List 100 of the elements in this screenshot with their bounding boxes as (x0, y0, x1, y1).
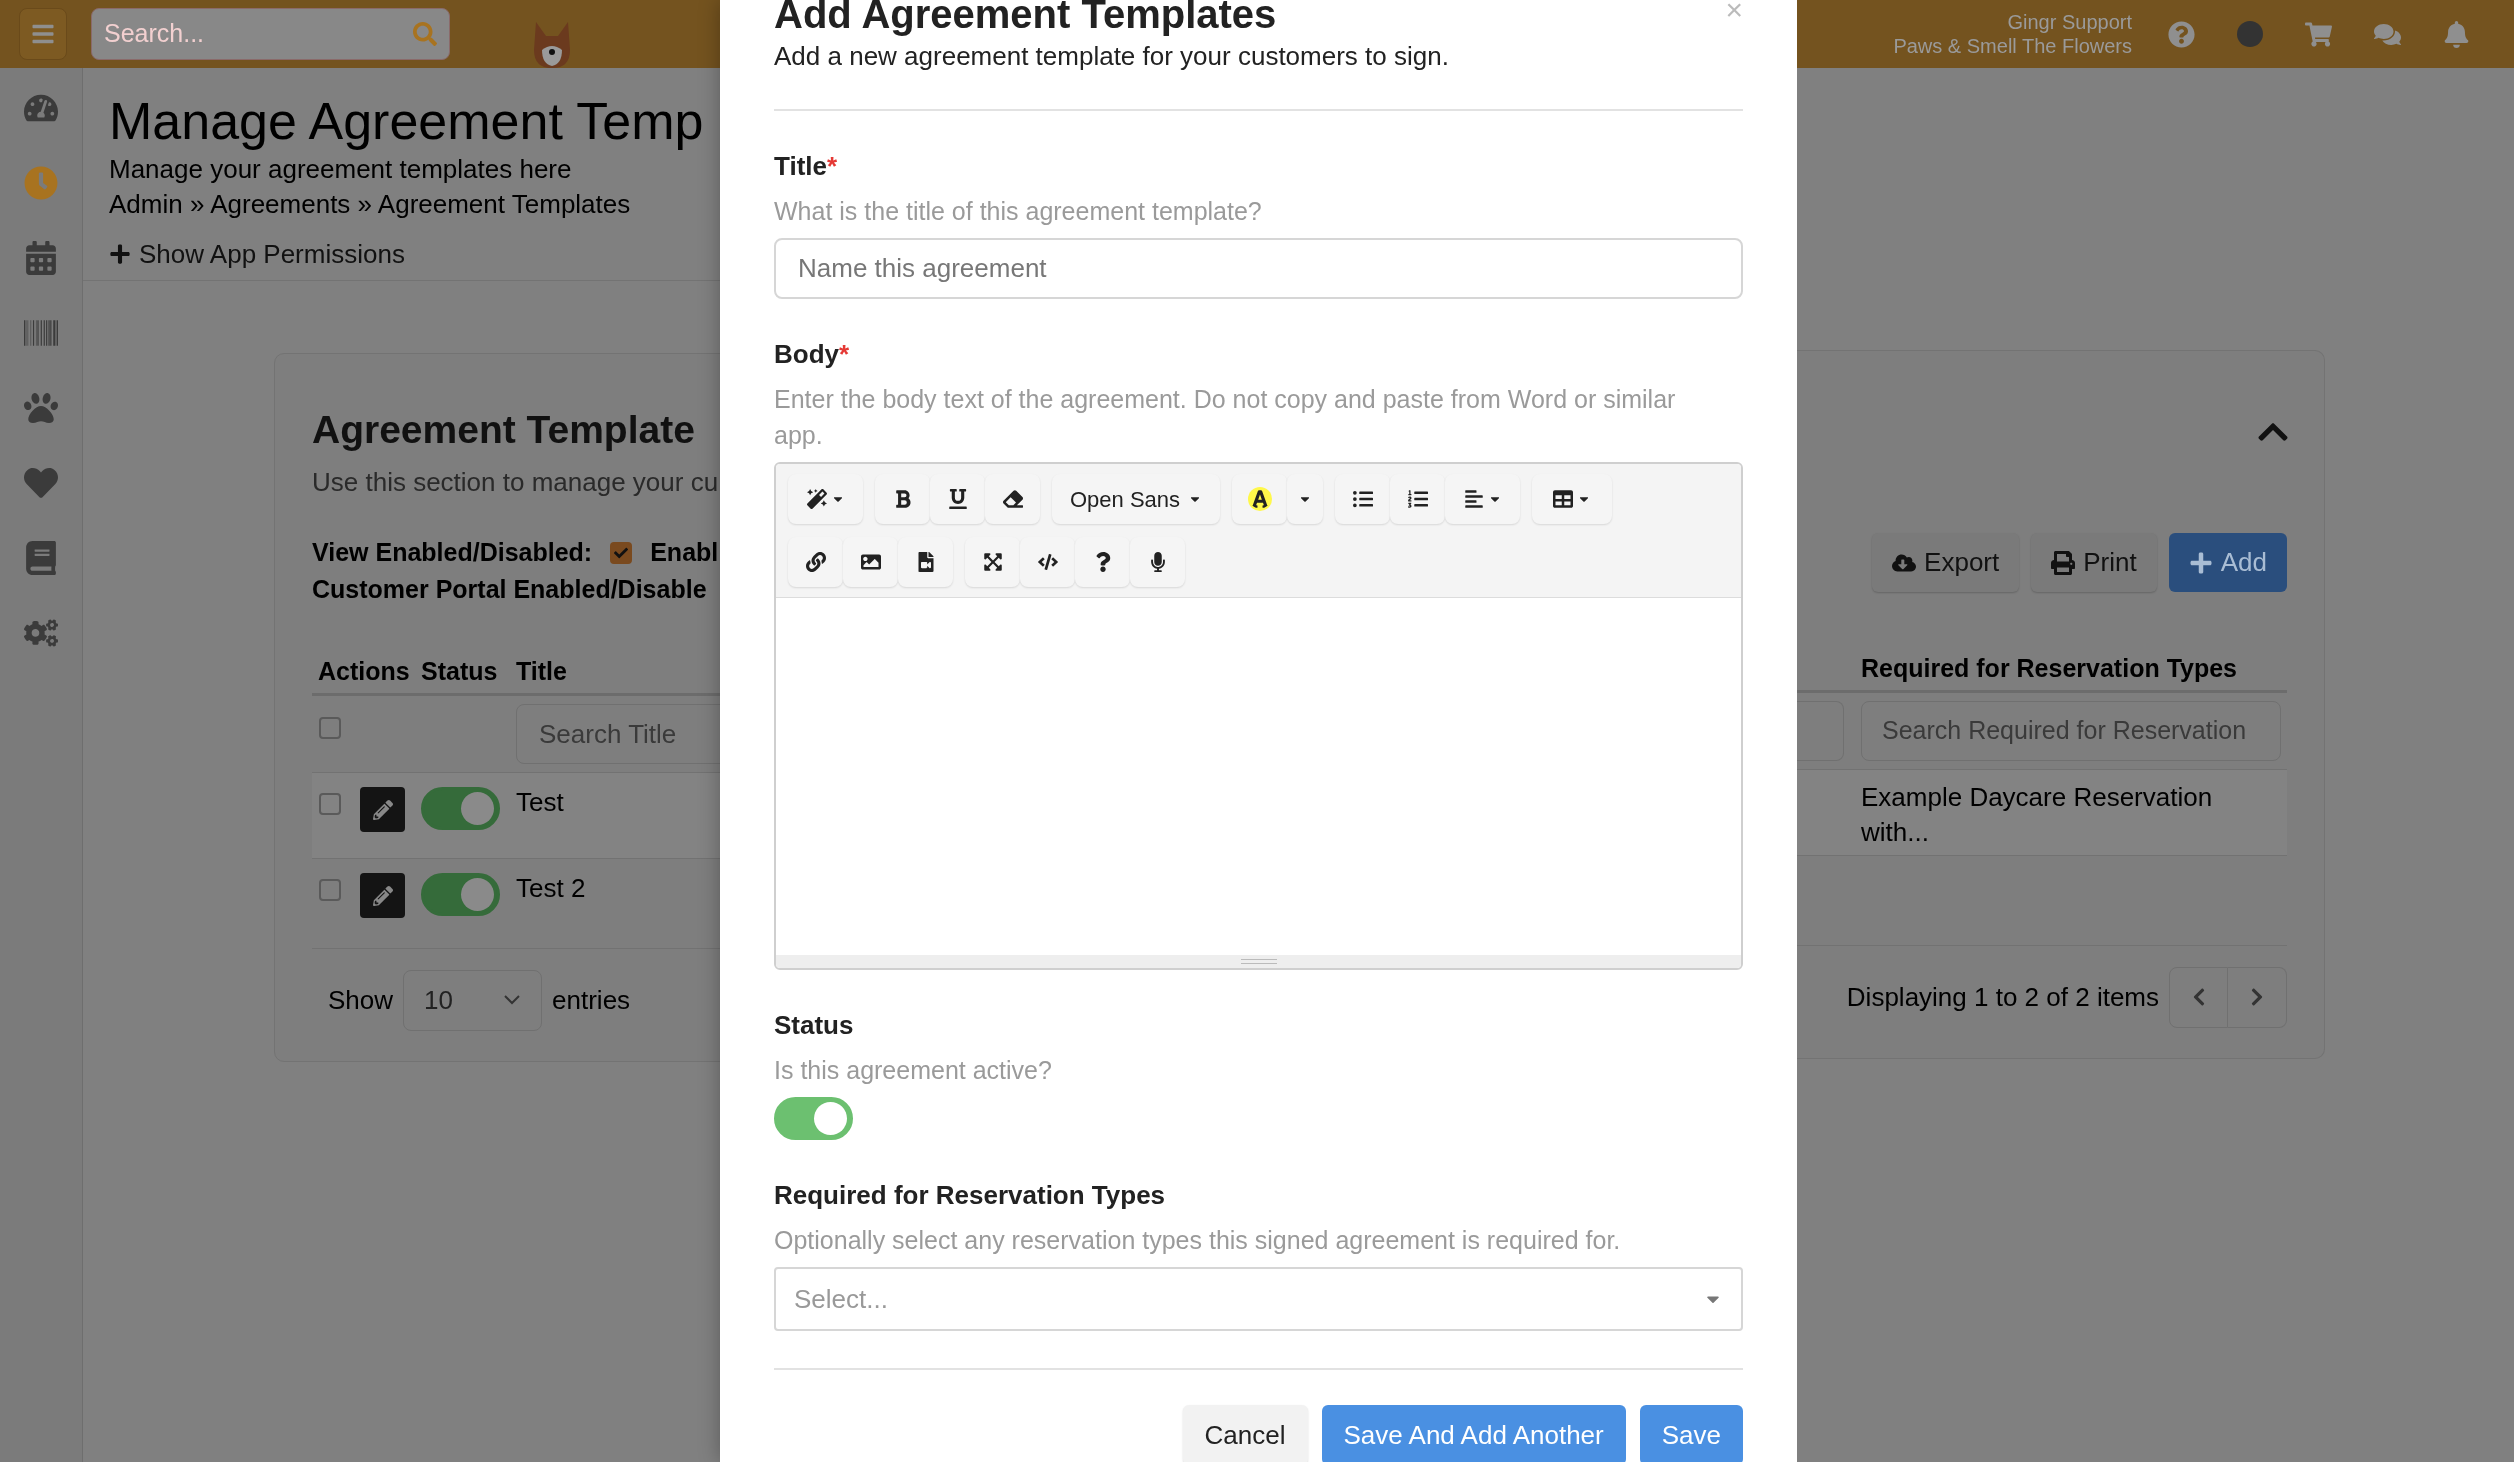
numbered-list-icon (1407, 489, 1428, 509)
menu-button[interactable] (19, 8, 67, 60)
chevron-down-icon (503, 994, 522, 1006)
bold-button[interactable] (875, 474, 930, 524)
link-icon (805, 552, 826, 572)
align-left-icon (1463, 489, 1484, 509)
breadcrumb: Admin » Agreements » Agreement Templates (109, 188, 632, 221)
align-button[interactable] (1445, 474, 1521, 524)
pencil-icon (372, 799, 393, 820)
font-color-button[interactable] (1232, 474, 1288, 524)
numbered-list-button[interactable] (1390, 474, 1446, 524)
page-title: Manage Agreement Temp (109, 91, 705, 152)
filter-label: View Enabled/Disabled: (312, 537, 593, 568)
entries-label: entries (552, 983, 631, 1017)
select-dropdown[interactable]: Select... (774, 1267, 1743, 1331)
pagination-info: Displaying 1 to 2 of 2 items (1846, 980, 2159, 1014)
portal-label: Customer Portal Enabled/Disable (312, 574, 708, 605)
pencil-icon (372, 885, 393, 906)
bullet-list-button[interactable] (1335, 474, 1391, 524)
modal-subtitle: Add a new agreement template for your customers to sign. (774, 40, 1450, 73)
filter-option: Enabl (650, 534, 719, 571)
edit-button[interactable] (360, 873, 405, 918)
status-toggle[interactable] (421, 787, 500, 830)
field-label: Required for Reservation Types (774, 1179, 1166, 1212)
font-family-dropdown[interactable]: Open Sans (1052, 474, 1221, 524)
table-icon (1553, 489, 1574, 509)
field-label: Status (774, 1009, 854, 1042)
card-title: Agreement Template (312, 407, 696, 453)
image-icon (860, 552, 881, 572)
table-cell-text: Example Daycare Reservation with... (1861, 781, 2214, 849)
field-label: Title (774, 150, 827, 183)
field-hint: Optionally select any reservation types this signed agreement is required for. (774, 1225, 1622, 1256)
show-label: Show (328, 983, 394, 1017)
printer-icon (2051, 550, 2076, 575)
column-header: Status (421, 655, 499, 687)
previous-page-button[interactable] (2169, 966, 2228, 1028)
help-button[interactable] (1075, 537, 1130, 587)
field-label: Body (774, 338, 839, 371)
heart-icon[interactable] (24, 465, 58, 500)
field-hint: Is this agreement active? (774, 1055, 1053, 1086)
dog-logo (532, 20, 572, 68)
eraser-icon (1002, 489, 1023, 509)
edit-button[interactable] (360, 787, 405, 832)
next-page-button[interactable] (2228, 966, 2287, 1028)
required-asterisk: * (827, 150, 838, 183)
page-subtitle: Manage your agreement templates here (109, 153, 573, 186)
status-toggle[interactable] (421, 873, 500, 916)
eraser-button[interactable] (985, 474, 1040, 524)
column-header: Title (516, 655, 567, 687)
calendar-icon[interactable] (24, 240, 58, 275)
checkbox[interactable] (319, 717, 341, 739)
export-button[interactable]: Export (1872, 533, 2020, 592)
checkbox[interactable] (319, 793, 341, 815)
table-cell: Test 2 (516, 873, 586, 903)
search-field[interactable] (1797, 701, 1844, 761)
magic-wand-icon (806, 489, 827, 509)
book-icon[interactable] (24, 540, 58, 575)
table-button[interactable] (1532, 474, 1613, 524)
show-permissions-link[interactable]: Show App Permissions (109, 236, 405, 272)
fullscreen-button[interactable] (965, 537, 1020, 587)
avatar[interactable] (2237, 21, 2263, 47)
entries-select[interactable]: 10 (403, 969, 543, 1031)
checkbox[interactable] (610, 541, 633, 564)
field-hint: What is the title of this agreement template? (774, 196, 1263, 227)
underline-button[interactable] (930, 474, 985, 524)
cart-icon[interactable] (2305, 20, 2332, 48)
account-name: Gingr Support (2007, 10, 2132, 34)
link-button[interactable] (788, 537, 843, 587)
status-toggle[interactable] (774, 1097, 853, 1140)
rich-text-editor[interactable]: Open Sans (774, 462, 1743, 970)
paw-icon[interactable] (24, 390, 58, 425)
field-hint: Enter the body text of the agreement. Do not copy and paste from Word or similar app. (774, 384, 1677, 451)
print-button[interactable]: Print (2031, 533, 2157, 592)
plus-icon (2188, 550, 2213, 575)
code-button[interactable] (1020, 537, 1075, 587)
primary-button[interactable]: Save (1639, 1405, 1743, 1462)
card-description: Use this section to manage your cu (312, 466, 720, 499)
bullet-list-icon (1352, 489, 1373, 509)
magic-button[interactable] (788, 474, 863, 524)
title-input[interactable]: Name this agreement (774, 238, 1743, 299)
help-icon[interactable] (2168, 20, 2195, 48)
bell-icon[interactable] (2443, 20, 2470, 48)
microphone-button[interactable] (1130, 537, 1185, 587)
video-button[interactable] (898, 537, 953, 587)
required-asterisk: * (839, 338, 850, 371)
account-location: Paws & Smell The Flowers (1893, 34, 2132, 58)
plus-icon (109, 243, 131, 265)
primary-button[interactable]: Save And Add Another (1321, 1405, 1626, 1462)
check-icon (614, 545, 629, 560)
column-header: Actions (317, 655, 411, 687)
color-dropdown-button[interactable] (1287, 474, 1324, 524)
checkbox[interactable] (319, 879, 341, 901)
cancel-button[interactable]: Cancel (1182, 1405, 1308, 1462)
image-button[interactable] (843, 537, 898, 587)
search-field[interactable]: Search... (91, 8, 450, 60)
code-icon (1037, 552, 1058, 572)
font-color-icon (1247, 487, 1272, 511)
add-button[interactable]: Add (2168, 533, 2287, 592)
search-required-field[interactable]: Search Required for Reservation (1861, 701, 2281, 761)
column-header: Required for Reservation Types (1861, 652, 2238, 684)
